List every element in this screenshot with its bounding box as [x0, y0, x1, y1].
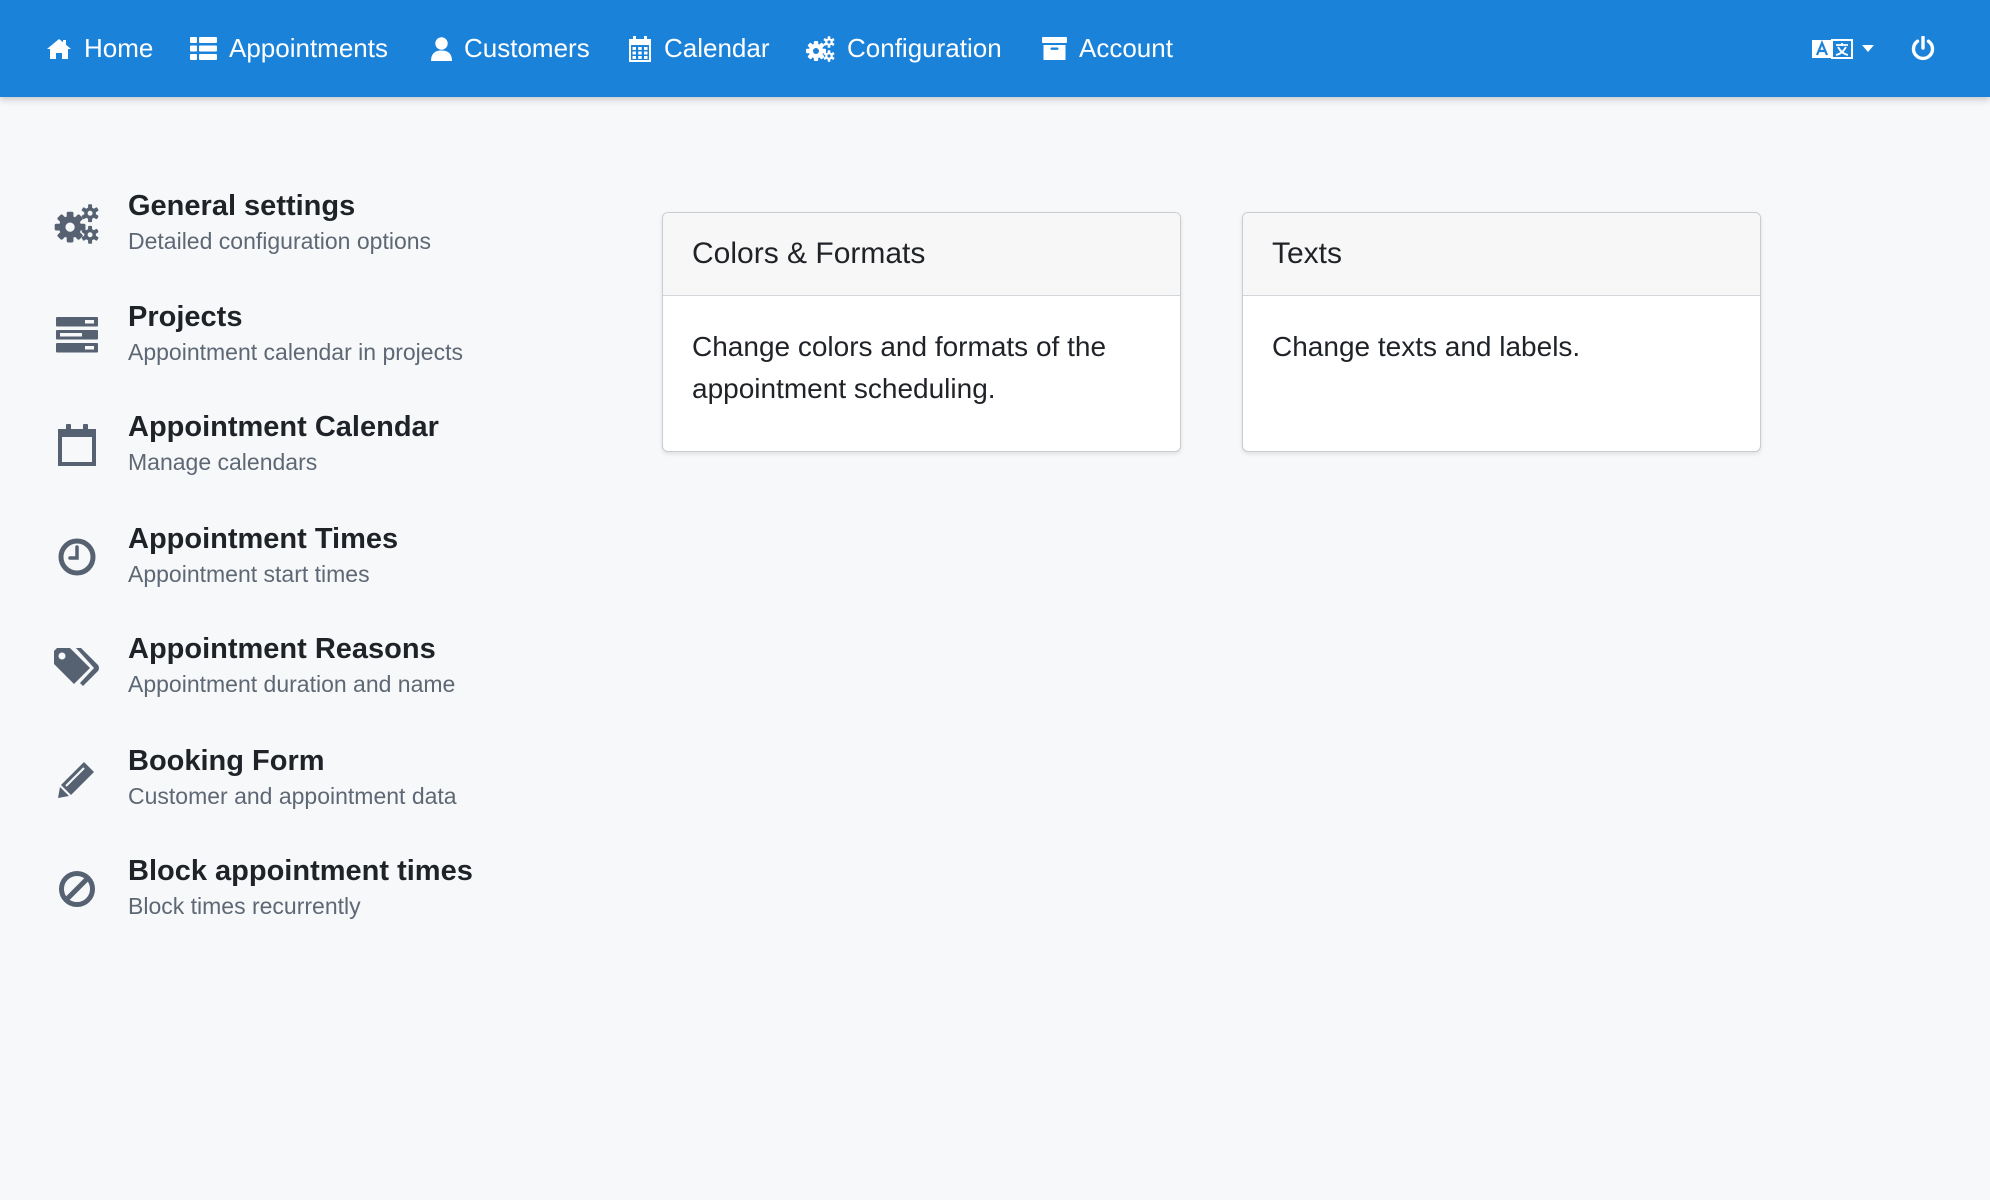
sidebar-item-general-settings[interactable]: General settings Detailed configuration …: [54, 184, 614, 264]
nav-appointments-label: Appointments: [229, 33, 388, 63]
translate-icon: [1812, 38, 1854, 60]
card-texts[interactable]: Texts Change texts and labels.: [1242, 212, 1761, 452]
card-description: Change texts and labels.: [1272, 331, 1581, 362]
cogs-icon: [54, 201, 100, 247]
pencil-icon: [54, 756, 100, 802]
clock-icon: [54, 534, 100, 580]
card-title: Texts: [1243, 213, 1760, 296]
nav-home-label: Home: [84, 33, 154, 63]
nav-home[interactable]: Home: [46, 0, 153, 97]
nav-calendar[interactable]: Calendar: [628, 0, 770, 97]
card-colors-formats[interactable]: Colors & Formats Change colors and forma…: [662, 212, 1181, 452]
nav-configuration-label: Configuration: [847, 33, 1002, 63]
sidebar-item-subtitle: Detailed configuration options: [128, 228, 432, 254]
list-icon: [190, 37, 217, 60]
logout-button[interactable]: [1911, 0, 1935, 97]
server-icon: [54, 312, 100, 358]
nav-configuration[interactable]: Configuration: [806, 0, 1002, 97]
sidebar-item-booking-form[interactable]: Booking Form Customer and appointment da…: [54, 739, 614, 819]
archive-icon: [1042, 37, 1067, 60]
cogs-icon: [806, 35, 835, 62]
top-navbar: Home Appointments Customers Calendar Con…: [0, 0, 1990, 97]
sidebar-item-title: Booking Form: [128, 745, 325, 777]
sidebar-item-appointment-calendar[interactable]: Appointment Calendar Manage calendars: [54, 405, 614, 485]
card-title: Colors & Formats: [663, 213, 1180, 296]
sidebar-item-title: Appointment Reasons: [128, 633, 436, 665]
sidebar-item-title: Block appointment times: [128, 855, 473, 887]
calendar-icon: [54, 422, 100, 468]
tags-icon: [54, 644, 100, 690]
language-selector[interactable]: [1812, 0, 1874, 97]
sidebar-item-subtitle: Block times recurrently: [128, 893, 361, 919]
sidebar-item-title: Projects: [128, 301, 243, 333]
user-icon: [431, 36, 452, 61]
sidebar-item-subtitle: Customer and appointment data: [128, 783, 457, 809]
sidebar-item-block-times[interactable]: Block appointment times Block times recu…: [54, 849, 614, 929]
power-icon: [1911, 35, 1935, 62]
sidebar-item-title: Appointment Times: [128, 523, 399, 555]
sidebar-item-appointment-reasons[interactable]: Appointment Reasons Appointment duration…: [54, 627, 614, 707]
nav-calendar-label: Calendar: [664, 33, 770, 63]
sidebar-item-projects[interactable]: Projects Appointment calendar in project…: [54, 295, 614, 375]
home-icon: [46, 38, 72, 60]
chevron-down-icon: [1862, 45, 1874, 52]
sidebar-item-subtitle: Manage calendars: [128, 449, 318, 475]
nav-appointments[interactable]: Appointments: [190, 0, 388, 97]
nav-customers-label: Customers: [464, 33, 590, 63]
card-description: Change colors and formats of the appoint…: [692, 331, 1107, 404]
calendar-grid-icon: [628, 35, 652, 62]
sidebar-item-subtitle: Appointment start times: [128, 561, 370, 587]
sidebar-item-subtitle: Appointment calendar in projects: [128, 339, 463, 365]
nav-account[interactable]: Account: [1042, 0, 1173, 97]
nav-customers[interactable]: Customers: [431, 0, 590, 97]
sidebar-item-title: Appointment Calendar: [128, 411, 439, 443]
ban-icon: [54, 866, 100, 912]
sidebar-item-title: General settings: [128, 190, 356, 222]
nav-account-label: Account: [1079, 33, 1173, 63]
sidebar-item-appointment-times[interactable]: Appointment Times Appointment start time…: [54, 517, 614, 597]
sidebar-item-subtitle: Appointment duration and name: [128, 671, 456, 697]
